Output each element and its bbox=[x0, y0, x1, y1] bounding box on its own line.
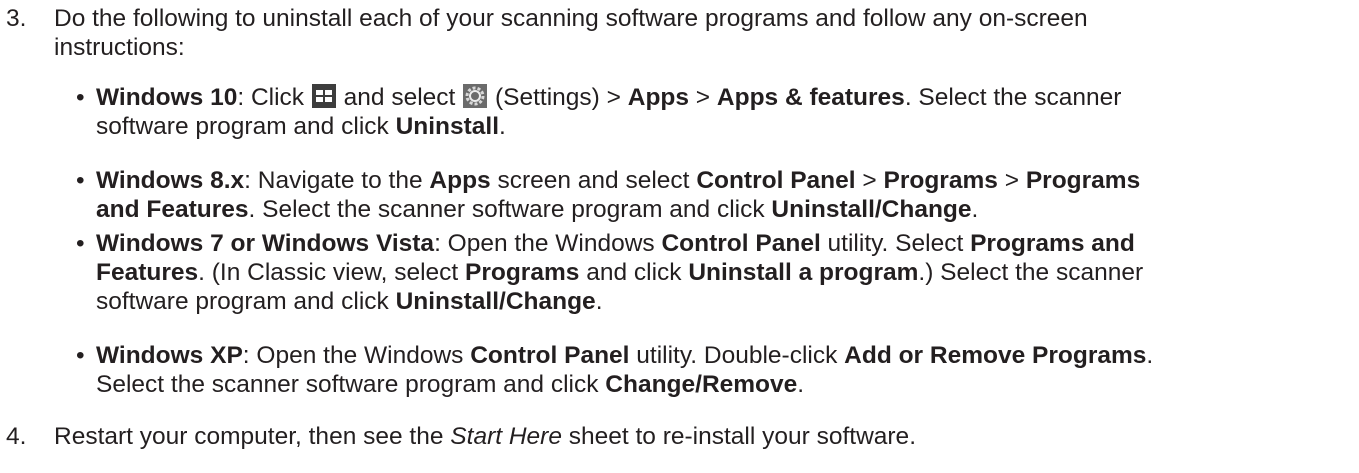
step-number: 4. bbox=[6, 423, 27, 450]
list-item-line: software program and click Uninstall. bbox=[96, 113, 506, 140]
list-item-line: Select the scanner software program and … bbox=[96, 371, 805, 398]
os-name: Windows 7 or Windows Vista bbox=[96, 230, 435, 257]
os-name: Windows 10 bbox=[96, 84, 238, 111]
os-name: Windows XP bbox=[96, 342, 243, 369]
bullet-dot: • bbox=[76, 230, 85, 257]
step-text: Restart your computer, then see the Star… bbox=[54, 423, 916, 450]
os-name: Windows 8.x bbox=[96, 167, 245, 194]
list-item-line: software program and click Uninstall/Cha… bbox=[96, 288, 603, 315]
bullet-dot: • bbox=[76, 342, 85, 369]
list-item-line: Windows XP: Open the Windows Control Pan… bbox=[96, 342, 1154, 369]
step-text-line: instructions: bbox=[54, 34, 185, 61]
bullet-dot: • bbox=[76, 167, 85, 194]
windows-start-icon bbox=[311, 84, 336, 108]
step-text-line: Do the following to uninstall each of yo… bbox=[54, 5, 1088, 32]
list-item-line: Windows 8.x: Navigate to the Apps screen… bbox=[96, 167, 1141, 194]
list-item-line: Windows 10: Click and select (Settings) … bbox=[96, 84, 1122, 111]
list-item-line: and Features. Select the scanner softwar… bbox=[96, 196, 979, 223]
step-text: Do the following to uninstall each of yo… bbox=[54, 4, 1334, 62]
list-item-line: Windows 7 or Windows Vista: Open the Win… bbox=[96, 230, 1135, 257]
step-number: 3. bbox=[6, 5, 27, 32]
document-title: Start Here bbox=[450, 423, 562, 450]
list-item-line: Features. (In Classic view, select Progr… bbox=[96, 259, 1144, 286]
bullet-dot: • bbox=[76, 84, 85, 111]
settings-gear-icon bbox=[463, 84, 488, 108]
